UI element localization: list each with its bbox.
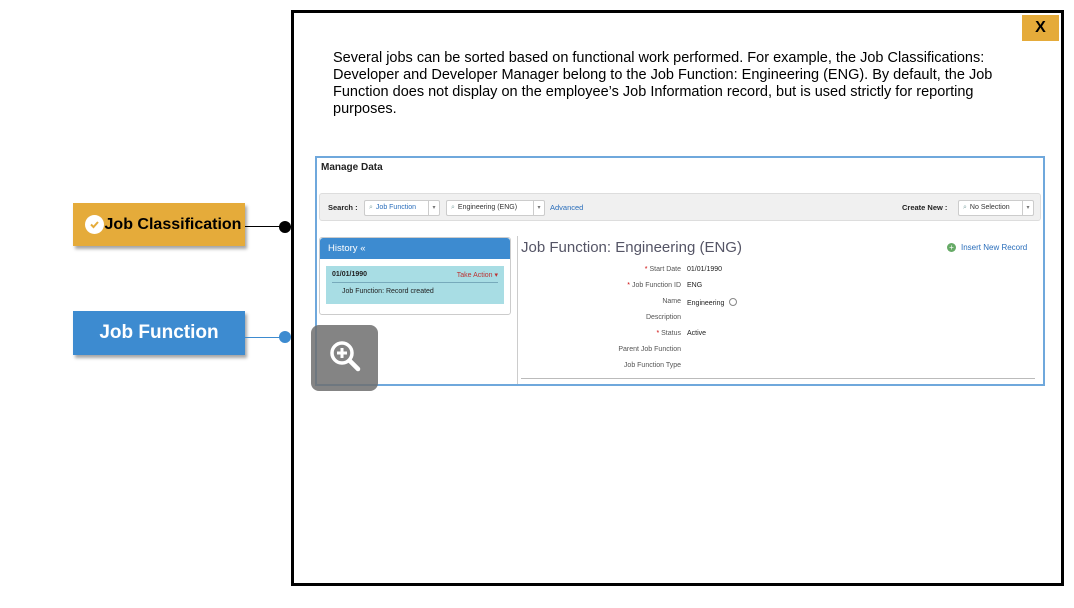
- insert-new-record-label: Insert New Record: [961, 243, 1028, 252]
- chevron-down-icon: ▾: [428, 201, 439, 215]
- detail-title: Job Function: Engineering (ENG): [521, 239, 742, 256]
- search-label: Search :: [328, 203, 358, 212]
- search-type-select[interactable]: ⌕ Job Function ▾: [364, 200, 440, 216]
- create-new-value: No Selection: [969, 204, 1010, 211]
- check-circle-icon: [85, 215, 104, 234]
- zoom-in-icon: [328, 339, 362, 378]
- divider: [517, 236, 518, 384]
- search-icon: ⌕: [963, 204, 967, 211]
- divider: [521, 378, 1035, 379]
- field-label: Job Function Type: [623, 362, 681, 369]
- history-header[interactable]: History «: [320, 238, 510, 259]
- required-marker: *: [644, 266, 648, 273]
- history-date: 01/01/1990: [332, 271, 368, 278]
- field-label: Status: [661, 330, 681, 337]
- field-value: Active: [687, 330, 707, 337]
- field-label: Start Date: [649, 266, 681, 273]
- create-new-label: Create New :: [902, 203, 948, 212]
- history-item[interactable]: 01/01/1990 Take Action ▾ Job Function: R…: [326, 266, 504, 304]
- screenshot-title: Manage Data: [321, 162, 383, 173]
- required-marker: *: [627, 282, 631, 289]
- field-label: Job Function ID: [631, 282, 681, 289]
- history-note: Job Function: Record created: [342, 288, 434, 295]
- zoom-in-button[interactable]: [311, 325, 378, 391]
- job-classification-button[interactable]: Job Classification: [73, 203, 245, 246]
- field-job-function-type: Job Function Type: [563, 362, 863, 369]
- field-value: Engineering: [687, 300, 725, 307]
- field-value: 01/01/1990: [687, 266, 723, 273]
- job-function-button[interactable]: Job Function: [73, 311, 245, 355]
- manage-data-screenshot: Manage Data Search : ⌕ Job Function ▾ ⌕ En…: [315, 156, 1045, 386]
- field-status: * Status Active: [563, 330, 863, 337]
- connector-dot: [279, 331, 291, 343]
- required-marker: *: [656, 330, 660, 337]
- field-job-function-id: * Job Function ID ENG: [563, 282, 863, 289]
- field-description: Description: [563, 314, 863, 321]
- job-function-label: Job Function: [99, 322, 219, 343]
- search-value: Engineering (ENG): [457, 204, 518, 211]
- search-icon: ⌕: [451, 204, 455, 211]
- field-label: Name: [662, 298, 681, 305]
- connector-dot: [279, 221, 291, 233]
- field-start-date: * Start Date 01/01/1990: [563, 266, 863, 273]
- search-icon: ⌕: [369, 204, 373, 211]
- insert-new-record-link[interactable]: + Insert New Record: [947, 243, 1027, 252]
- search-value-select[interactable]: ⌕ Engineering (ENG) ▾: [446, 200, 545, 216]
- field-name: Name Engineering: [563, 298, 863, 307]
- field-value: ENG: [687, 282, 703, 289]
- plus-circle-icon: +: [947, 243, 956, 252]
- globe-icon[interactable]: [729, 298, 738, 306]
- search-type-value: Job Function: [375, 204, 417, 211]
- chevron-down-icon: ▾: [1022, 201, 1033, 215]
- close-button[interactable]: X: [1022, 15, 1059, 41]
- chevron-down-icon: ▾: [533, 201, 544, 215]
- close-icon: X: [1035, 19, 1046, 36]
- intro-text: Several jobs can be sorted based on func…: [333, 50, 993, 117]
- advanced-link[interactable]: Advanced: [550, 203, 583, 212]
- info-popup: X Several jobs can be sorted based on fu…: [291, 10, 1064, 586]
- take-action-menu[interactable]: Take Action ▾: [457, 271, 498, 279]
- field-parent-job-function: Parent Job Function: [563, 346, 863, 353]
- field-label: Description: [645, 314, 681, 321]
- search-bar: Search : ⌕ Job Function ▾ ⌕ Engineering (E…: [319, 193, 1041, 221]
- history-panel: History « 01/01/1990 Take Action ▾ Job F…: [319, 237, 511, 315]
- field-label: Parent Job Function: [618, 346, 681, 353]
- create-new-select[interactable]: ⌕ No Selection ▾: [958, 200, 1034, 216]
